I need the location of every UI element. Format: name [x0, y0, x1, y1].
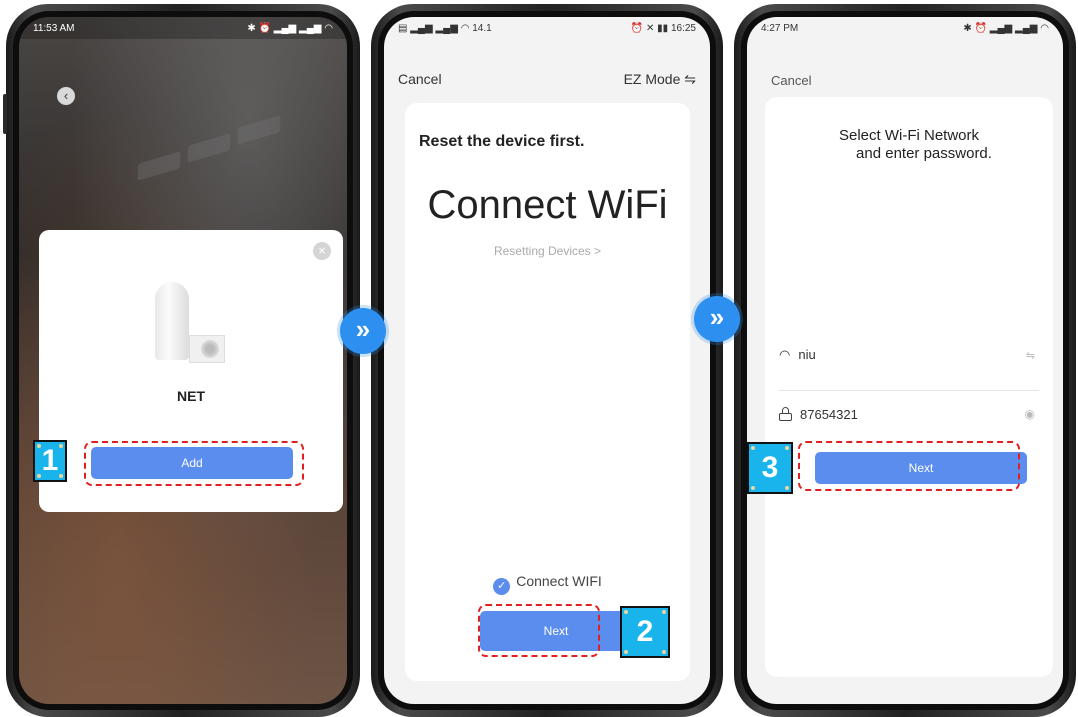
switch-network-icon[interactable]: ⇋ [1026, 349, 1035, 362]
ez-mode-toggle[interactable]: EZ Mode ⇋ [624, 71, 696, 88]
connect-wifi-title: Connect WiFi [427, 183, 668, 227]
divider [779, 390, 1039, 391]
wifi-password-screen: 4:27 PM ✱ ⏰ ▂▄▆ ▂▄▆ ◠ Cancel Select Wi-F… [747, 17, 1063, 704]
checkbox-label: Connect WIFI [516, 573, 602, 589]
keyboard-background-image [137, 115, 339, 197]
wifi-name: niu [798, 347, 816, 362]
title-line-2: and enter password. [856, 145, 992, 162]
highlight-box [84, 441, 304, 486]
status-bar: ▤ ▂▄▆ ▂▄▆ ◠ 14.1 ⏰ ✕ ▮▮ 16:25 [384, 17, 710, 39]
step-badge-1: 1 [33, 440, 67, 482]
status-time: 4:27 PM [761, 22, 799, 34]
step-number: 3 [761, 451, 779, 484]
step-badge-2: 2 [620, 606, 670, 658]
device-tower-image [155, 282, 189, 360]
next-step-arrow-icon: » [340, 308, 386, 354]
device-add-screen: 11:53 AM ✱ ⏰ ▂▄▆ ▂▄▆ ◠ ‹ × NET Add [19, 17, 347, 704]
status-icons: ✱ ⏰ ▂▄▆ ▂▄▆ ◠ [963, 22, 1049, 34]
select-wifi-title: Select Wi-Fi Network and enter password. [765, 127, 1053, 163]
status-right-icons: ⏰ ✕ ▮▮ 16:25 [630, 22, 696, 34]
status-left-icons: ▤ ▂▄▆ ▂▄▆ ◠ 14.1 [398, 22, 492, 34]
phone-frame-3: 4:27 PM ✱ ⏰ ▂▄▆ ▂▄▆ ◠ Cancel Select Wi-F… [734, 4, 1076, 717]
step-number: 2 [636, 615, 654, 648]
status-time: 11:53 AM [33, 22, 75, 34]
password-field[interactable]: 87654321 ◉ [779, 407, 1039, 429]
wifi-icon: ◠ [779, 347, 791, 362]
cancel-button[interactable]: Cancel [771, 73, 811, 88]
wifi-form-card: Select Wi-Fi Network and enter password.… [765, 97, 1053, 677]
close-icon[interactable]: × [313, 242, 331, 260]
lock-icon [779, 407, 792, 421]
status-icons: ✱ ⏰ ▂▄▆ ▂▄▆ ◠ [247, 22, 333, 34]
connect-wifi-screen: ▤ ▂▄▆ ▂▄▆ ◠ 14.1 ⏰ ✕ ▮▮ 16:25 Cancel EZ … [384, 17, 710, 704]
back-icon[interactable]: ‹ [57, 87, 75, 105]
highlight-box [478, 604, 600, 657]
status-bar: 11:53 AM ✱ ⏰ ▂▄▆ ▂▄▆ ◠ [19, 17, 347, 39]
connect-card: Reset the device first. Connect WiFi Res… [405, 103, 690, 681]
next-step-arrow-icon: » [694, 296, 740, 342]
checkmark-icon: ✓ [493, 578, 511, 595]
wifi-network-field[interactable]: ◠ niu ⇋ [779, 347, 1039, 373]
device-unit-image [189, 335, 225, 363]
resetting-devices-link[interactable]: Resetting Devices > [405, 244, 690, 258]
cancel-button[interactable]: Cancel [398, 71, 442, 88]
device-name: NET [177, 388, 205, 404]
password-value: 87654321 [800, 407, 858, 422]
status-bar: 4:27 PM ✱ ⏰ ▂▄▆ ▂▄▆ ◠ [747, 17, 1063, 39]
highlight-box [798, 441, 1020, 491]
connect-wifi-checkbox[interactable]: ✓ Connect WIFI [405, 573, 690, 595]
step-number: 1 [41, 444, 59, 477]
step-badge-3: 3 [747, 442, 793, 494]
phone-frame-1: 11:53 AM ✱ ⏰ ▂▄▆ ▂▄▆ ◠ ‹ × NET Add [3, 4, 360, 717]
reset-title: Reset the device first. [419, 133, 585, 150]
title-line-1: Select Wi-Fi Network [838, 127, 980, 144]
eye-icon[interactable]: ◉ [1025, 407, 1035, 421]
